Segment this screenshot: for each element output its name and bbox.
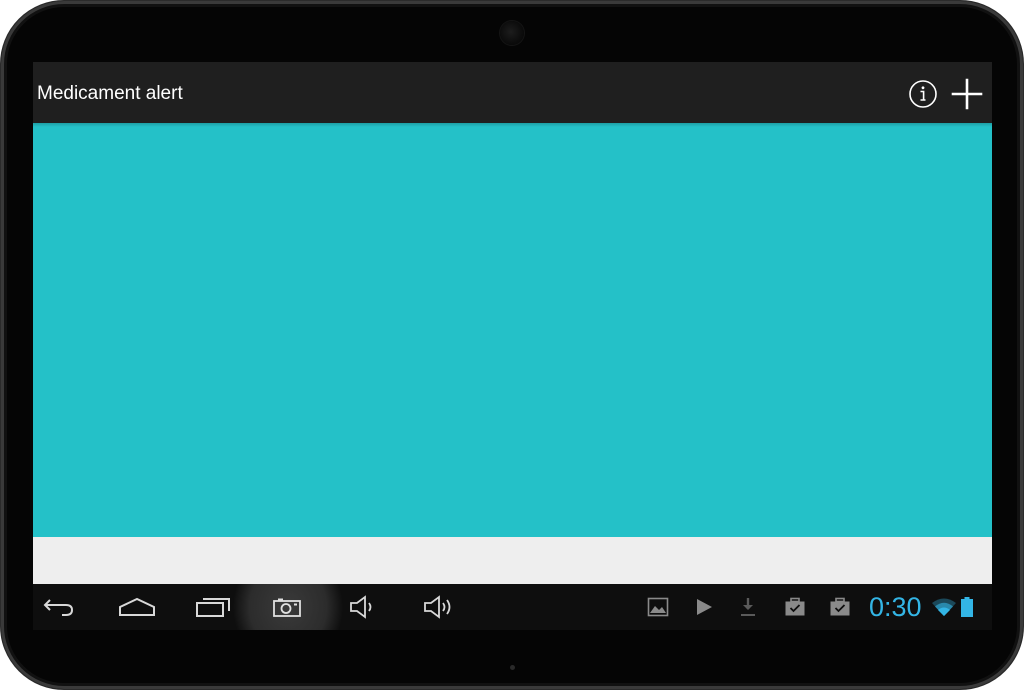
microphone-dot [510, 665, 515, 670]
action-bar: Medicament alert [33, 62, 992, 124]
home-icon [119, 597, 155, 616]
volume-down-icon [350, 595, 372, 619]
work-notification-2[interactable] [829, 596, 851, 618]
status-clock[interactable]: 0:30 [869, 592, 922, 622]
front-camera [500, 21, 524, 45]
play-store-notification[interactable] [693, 596, 715, 618]
plus-icon [951, 78, 983, 110]
back-button[interactable] [39, 584, 79, 630]
briefcase-check-icon [785, 597, 805, 616]
info-circle-icon [909, 80, 937, 108]
wifi-icon [932, 598, 956, 616]
volume-up-button[interactable] [419, 584, 459, 630]
work-notification-1[interactable] [784, 596, 806, 618]
device-screen: Medicament alert 0:30 [33, 62, 992, 630]
camera-icon [273, 598, 301, 617]
back-arrow-icon [43, 599, 74, 616]
main-content-area [33, 123, 992, 537]
app-title: Medicament alert [37, 83, 183, 104]
volume-down-button[interactable] [345, 584, 381, 630]
home-button[interactable] [115, 584, 159, 630]
add-button[interactable] [947, 74, 987, 114]
recent-apps-icon [196, 598, 230, 617]
download-notification[interactable] [737, 596, 759, 618]
briefcase-check-icon [830, 597, 850, 616]
bottom-content-strip [33, 537, 992, 584]
download-icon [741, 598, 755, 616]
battery-icon [961, 597, 973, 617]
recent-apps-button[interactable] [193, 584, 233, 630]
info-button[interactable] [903, 74, 943, 114]
gallery-notification[interactable] [647, 596, 669, 618]
battery-status[interactable] [959, 596, 975, 618]
action-bar-shadow [33, 123, 992, 127]
volume-up-icon [424, 595, 451, 619]
screenshot-button[interactable] [269, 584, 305, 630]
image-icon [647, 597, 669, 617]
wifi-status[interactable] [931, 596, 957, 618]
play-store-icon [697, 599, 712, 615]
system-navigation-bar: 0:30 [33, 584, 992, 630]
